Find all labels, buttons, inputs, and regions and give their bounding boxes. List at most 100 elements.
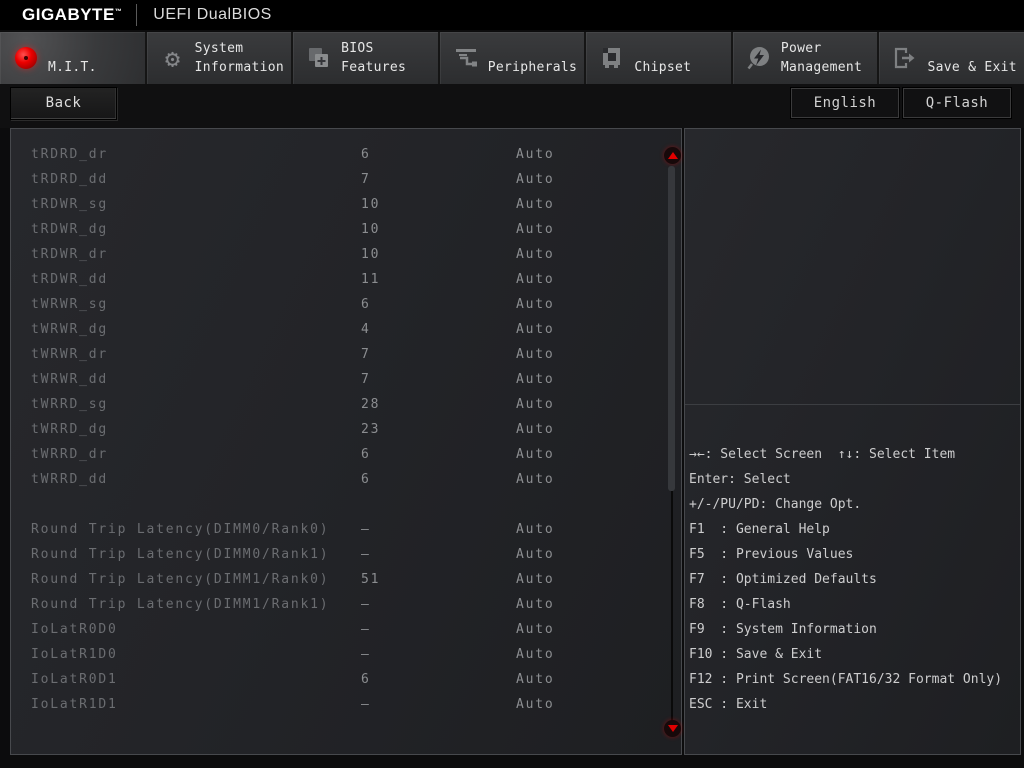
setting-mode: Auto (516, 397, 555, 412)
setting-value: 6 (361, 447, 371, 462)
firmware-title: UEFI DualBIOS (153, 6, 272, 23)
tab-label: System Information (194, 41, 284, 75)
tab-mit[interactable]: M.I.T. (0, 32, 147, 84)
setting-value: – (361, 597, 371, 612)
help-line: →←: Select Screen ↑↓: Select Item (689, 447, 956, 462)
language-button[interactable]: English (791, 88, 899, 118)
setting-row[interactable]: IoLatR1D0 – Auto (11, 642, 661, 667)
back-button[interactable]: Back (10, 87, 117, 120)
setting-mode: Auto (516, 222, 555, 237)
setting-name: IoLatR1D1 (31, 697, 118, 712)
help-line: +/-/PU/PD: Change Opt. (689, 497, 862, 512)
setting-name: tWRRD_sg (31, 397, 109, 412)
setting-name: tWRWR_sg (31, 297, 109, 312)
setting-value: 10 (361, 247, 381, 262)
tab-peripherals[interactable]: Peripherals (439, 32, 587, 84)
setting-value: – (361, 547, 371, 562)
setting-row[interactable]: tWRWR_dr 7 Auto (11, 342, 661, 367)
setting-row[interactable]: tRDRD_dd 7 Auto (11, 167, 661, 192)
setting-row[interactable]: tRDWR_dd 11 Auto (11, 267, 661, 292)
tab-bios-features[interactable]: BIOS Features (293, 32, 440, 84)
setting-name: tRDWR_sg (31, 197, 109, 212)
tab-label: BIOS Features (341, 41, 407, 75)
tab-label: Chipset (634, 60, 692, 75)
qflash-button[interactable]: Q-Flash (903, 88, 1011, 118)
setting-value: 10 (361, 197, 381, 212)
topbar-divider (136, 4, 138, 26)
setting-row[interactable]: tRDRD_dr 6 Auto (11, 142, 661, 167)
setting-value: – (361, 647, 371, 662)
setting-value: – (361, 622, 371, 637)
tab-bar: M.I.T. ⚙ System Information BIOS Feature… (0, 32, 1024, 84)
setting-mode: Auto (516, 597, 555, 612)
setting-value: – (361, 697, 371, 712)
setting-name: tWRWR_dr (31, 347, 109, 362)
setting-value: 7 (361, 372, 371, 387)
setting-row[interactable]: Round Trip Latency(DIMM0/Rank0) – Auto (11, 517, 661, 542)
help-line: F5 : Previous Values (689, 547, 854, 562)
setting-value: 6 (361, 472, 371, 487)
setting-row[interactable]: tRDWR_dr 10 Auto (11, 242, 661, 267)
setting-value: 7 (361, 172, 371, 187)
setting-name: tWRRD_dg (31, 422, 109, 437)
settings-list: tRDRD_dr 6 Auto tRDRD_dd 7 Auto tRDWR_sg 10 Auto… (11, 142, 661, 717)
setting-mode: Auto (516, 197, 555, 212)
setting-value: 4 (361, 322, 371, 337)
setting-row[interactable]: Round Trip Latency(DIMM1/Rank0) 51 Auto (11, 567, 661, 592)
setting-name: IoLatR0D0 (31, 622, 118, 637)
setting-mode: Auto (516, 672, 555, 687)
scroll-up-arrow[interactable] (664, 147, 681, 164)
logo-text: GIGABYTE (22, 5, 115, 24)
setting-mode: Auto (516, 372, 555, 387)
settings-panel: tRDRD_dr 6 Auto tRDRD_dd 7 Auto tRDWR_sg 10 Auto… (10, 128, 682, 755)
setting-row[interactable]: tWRWR_sg 6 Auto (11, 292, 661, 317)
setting-name: Round Trip Latency(DIMM0/Rank0) (31, 522, 330, 537)
setting-row[interactable]: IoLatR1D1 – Auto (11, 692, 661, 717)
setting-mode: Auto (516, 522, 555, 537)
setting-value: 10 (361, 222, 381, 237)
setting-row[interactable]: tRDWR_dg 10 Auto (11, 217, 661, 242)
help-line: F8 : Q-Flash (689, 597, 791, 612)
tab-label: Save & Exit (927, 60, 1017, 75)
setting-row[interactable]: tWRRD_dg 23 Auto (11, 417, 661, 442)
setting-mode: Auto (516, 172, 555, 187)
setting-row[interactable]: tWRWR_dd 7 Auto (11, 367, 661, 392)
tab-system-information[interactable]: ⚙ System Information (146, 32, 294, 84)
setting-row[interactable]: tWRRD_dr 6 Auto (11, 442, 661, 467)
tab-chipset[interactable]: Chipset (586, 32, 733, 84)
setting-name: IoLatR0D1 (31, 672, 118, 687)
bios-setup-screen: GIGABYTE™ UEFI DualBIOS M.I.T. ⚙ System … (0, 0, 1024, 768)
setting-mode: Auto (516, 472, 555, 487)
setting-row[interactable]: Round Trip Latency(DIMM0/Rank1) – Auto (11, 542, 661, 567)
scroll-down-arrow[interactable] (664, 720, 681, 737)
setting-name: IoLatR1D0 (31, 647, 118, 662)
toolbar-row: Back English Q-Flash (0, 84, 1024, 128)
setting-row[interactable]: tRDWR_sg 10 Auto (11, 192, 661, 217)
item-help-area (685, 129, 1020, 405)
setting-row[interactable]: Round Trip Latency(DIMM1/Rank1) – Auto (11, 592, 661, 617)
up-triangle-icon (667, 152, 678, 159)
help-line: F10 : Save & Exit (689, 647, 823, 662)
chipset-icon (598, 45, 626, 71)
bios-chip-plus-icon (305, 46, 333, 70)
setting-name: Round Trip Latency(DIMM1/Rank0) (31, 572, 330, 587)
setting-name: Round Trip Latency(DIMM0/Rank1) (31, 547, 330, 562)
setting-value: 6 (361, 297, 371, 312)
help-line: F9 : System Information (689, 622, 877, 637)
tab-power-management[interactable]: Power Management (732, 32, 880, 84)
setting-row[interactable]: IoLatR0D1 6 Auto (11, 667, 661, 692)
setting-mode: Auto (516, 697, 555, 712)
setting-row[interactable]: IoLatR0D0 – Auto (11, 617, 661, 642)
row-spacer (11, 492, 661, 517)
scrollbar-track[interactable] (671, 491, 673, 722)
setting-row[interactable]: tWRRD_sg 28 Auto (11, 392, 661, 417)
scrollbar-thumb[interactable] (668, 166, 675, 491)
tab-save-exit[interactable]: Save & Exit (879, 32, 1024, 84)
setting-row[interactable]: tWRRD_dd 6 Auto (11, 467, 661, 492)
tab-label: Peripherals (487, 60, 578, 75)
setting-row[interactable]: tWRWR_dg 4 Auto (11, 317, 661, 342)
setting-mode: Auto (516, 422, 555, 437)
setting-value: 7 (361, 347, 371, 362)
setting-name: tRDWR_dd (31, 272, 109, 287)
setting-name: tRDRD_dd (31, 172, 109, 187)
